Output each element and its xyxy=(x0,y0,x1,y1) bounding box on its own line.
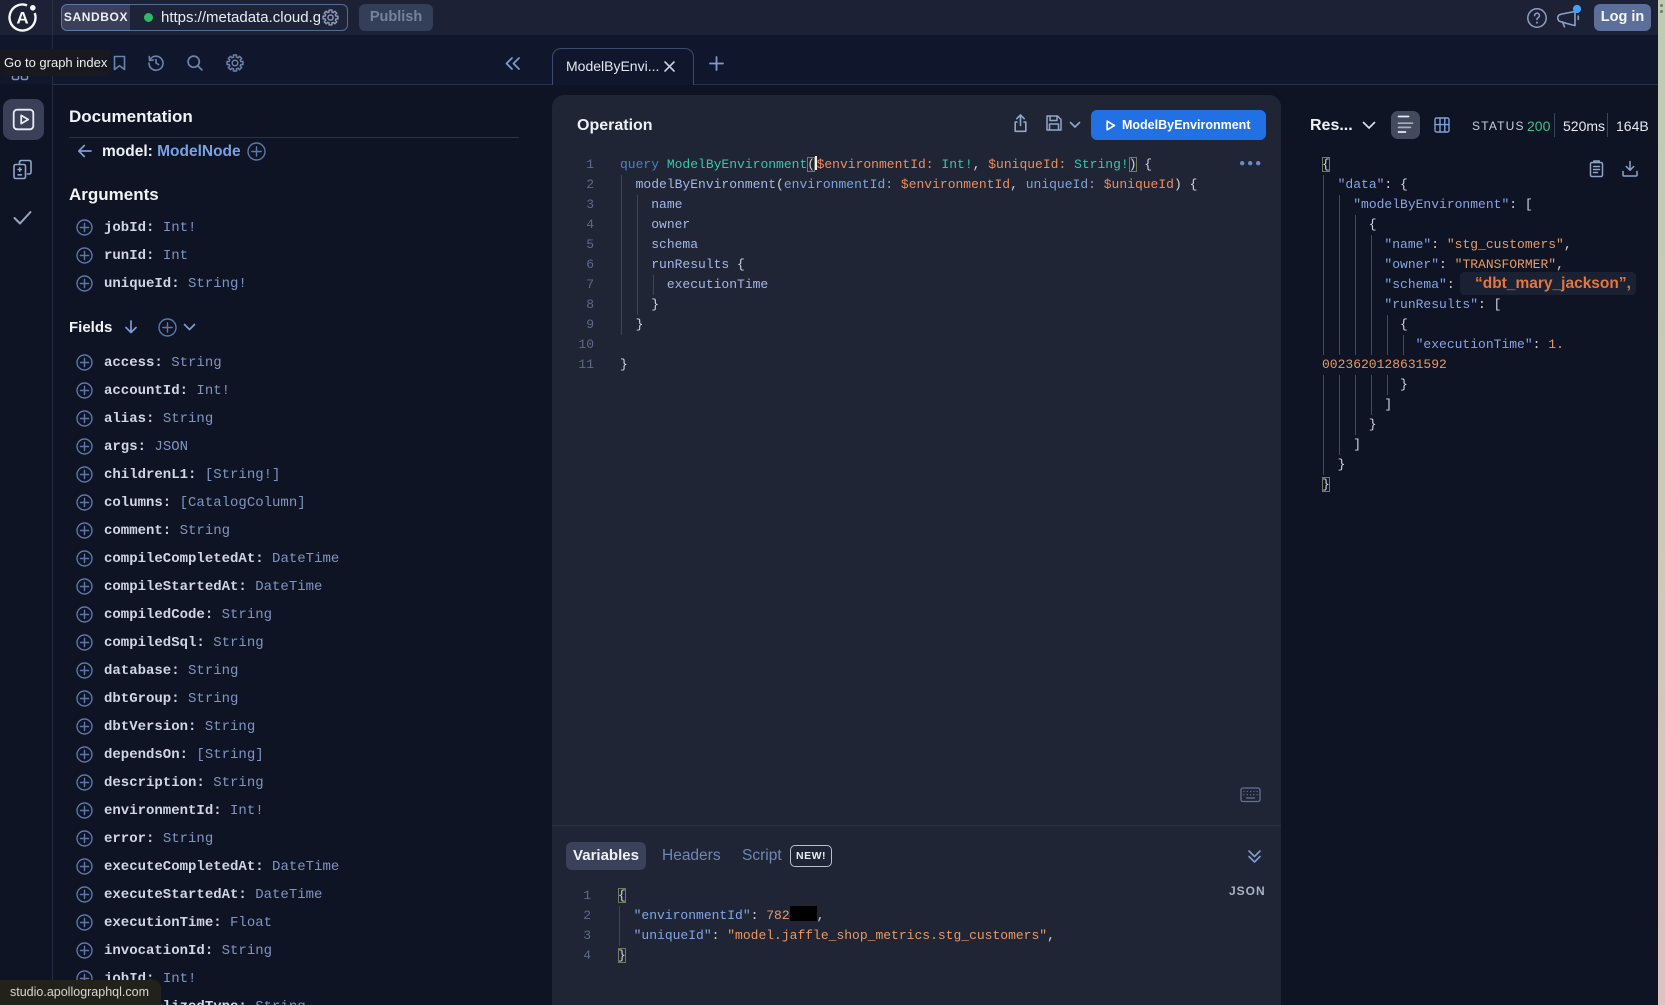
svg-text:A: A xyxy=(16,9,28,28)
